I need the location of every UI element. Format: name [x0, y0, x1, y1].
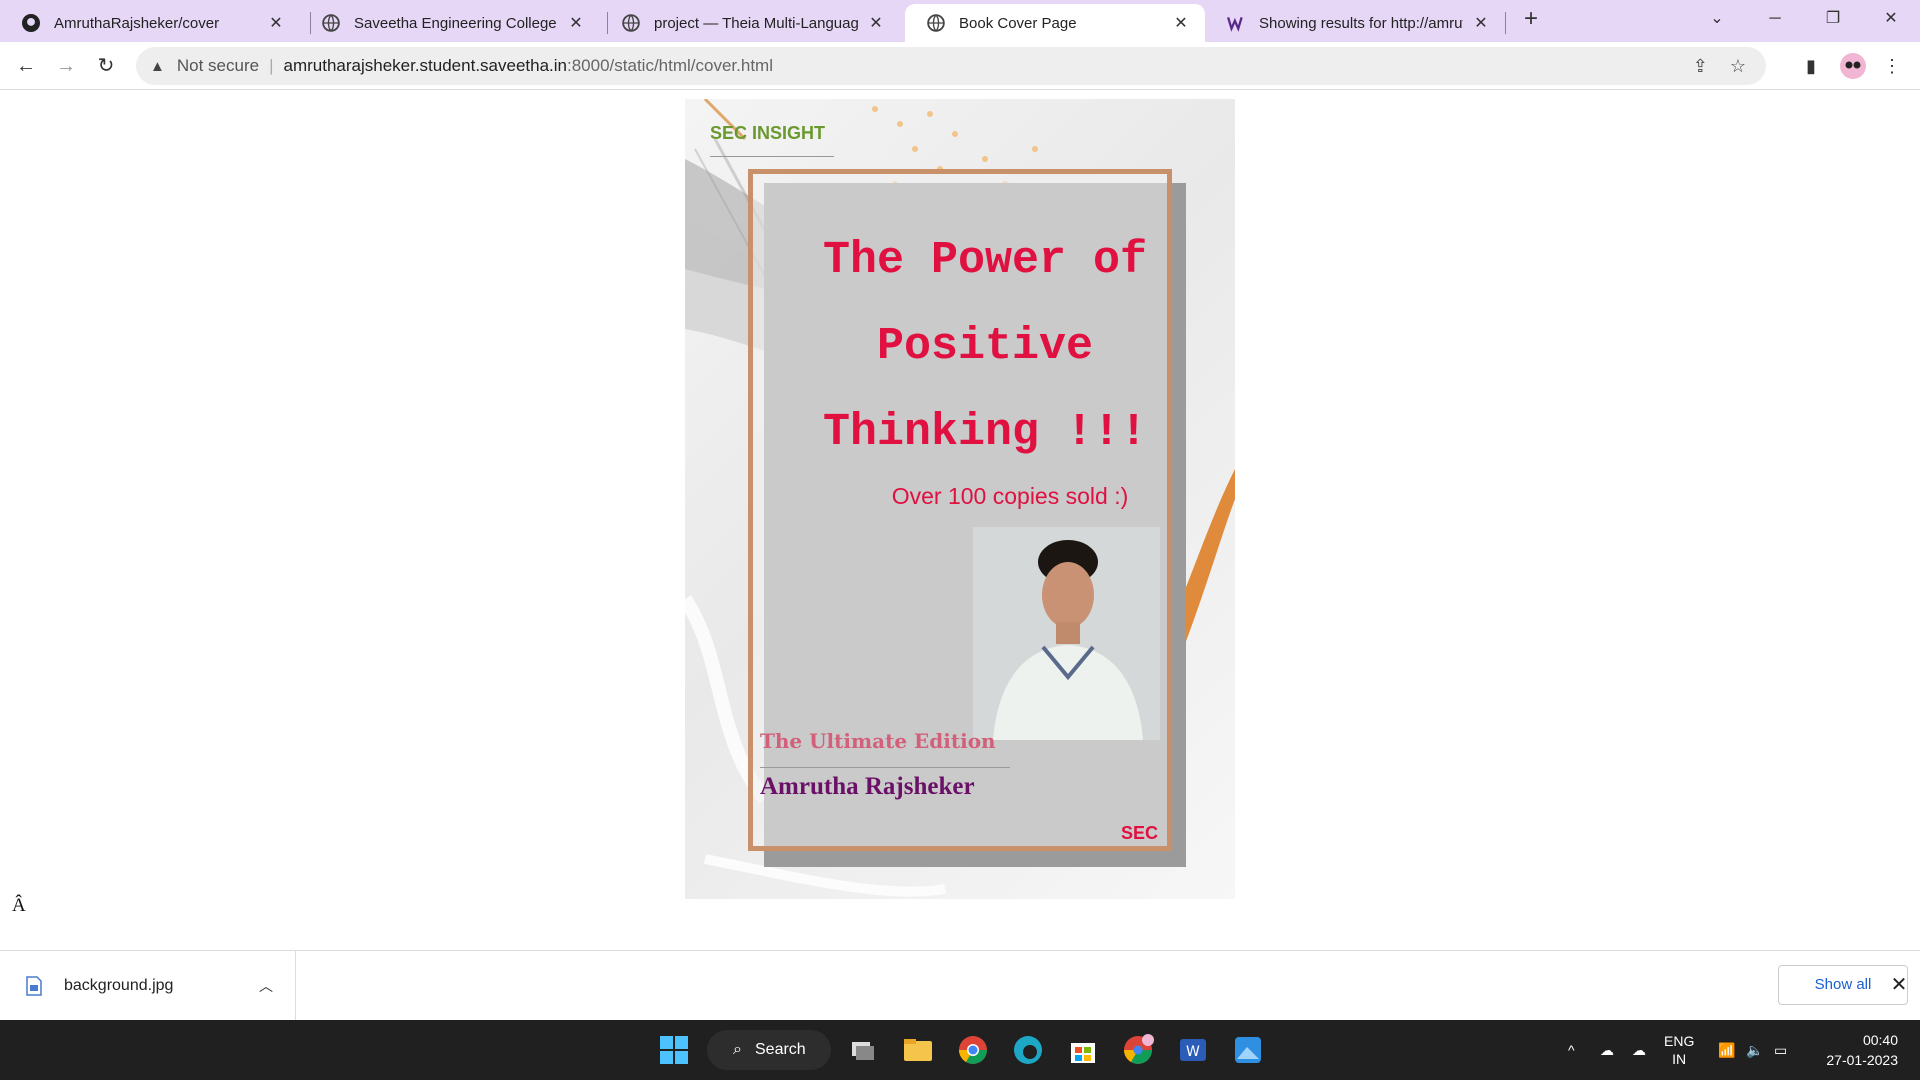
share-icon[interactable]: ⇪ [1693, 56, 1708, 77]
github-icon [22, 14, 40, 32]
microsoft-store-icon[interactable] [1066, 1033, 1100, 1067]
author-name: Amrutha Rajsheker [760, 773, 975, 800]
tab-title: AmruthaRajsheker/cover [54, 14, 220, 32]
close-icon[interactable]: ✕ [566, 13, 586, 33]
tab-strip: AmruthaRajsheker/cover ✕ Saveetha Engine… [0, 0, 1920, 42]
restore-icon[interactable]: ❐ [1818, 6, 1848, 32]
globe-icon [927, 14, 945, 32]
address-bar[interactable]: ▲ Not secure | amrutharajsheker.student.… [136, 47, 1766, 85]
warning-triangle-icon[interactable]: ▲ [150, 58, 165, 75]
stray-character: Â [12, 895, 26, 916]
windows-start-icon[interactable] [657, 1033, 691, 1067]
book-title: The Power of Positive Thinking !!! [785, 218, 1185, 476]
tab-github-cover[interactable]: AmruthaRajsheker/cover ✕ [0, 4, 300, 42]
person-portrait-icon [973, 527, 1160, 740]
input-language[interactable]: ENG IN [1664, 1020, 1694, 1080]
tab-saveetha[interactable]: Saveetha Engineering College ✕ [300, 4, 600, 42]
tab-search-chevron-icon[interactable]: ⌄ [1702, 6, 1732, 32]
side-panel-icon[interactable]: ▮ [1796, 50, 1826, 82]
tab-wappalyzer[interactable]: Showing results for http://amruth ✕ [1205, 4, 1505, 42]
clock-date: 27-01-2023 [1826, 1052, 1898, 1068]
tab-title: Book Cover Page [959, 14, 1077, 32]
sales-text: Over 100 copies sold :) [891, 483, 1129, 509]
region-label: IN [1672, 1051, 1687, 1067]
browser-toolbar: ← → ↻ ▲ Not secure | amrutharajsheker.st… [0, 42, 1920, 90]
volume-icon[interactable]: 🔈 [1746, 1020, 1763, 1080]
globe-icon [622, 14, 640, 32]
bookmark-star-icon[interactable]: ☆ [1730, 56, 1746, 77]
divider [760, 767, 1010, 768]
title-line: Thinking !!! [822, 407, 1148, 458]
download-file-name: background.jpg [64, 977, 174, 994]
wifi-icon[interactable]: 📶 [1718, 1020, 1735, 1080]
clock-time: 00:40 [1862, 1032, 1898, 1048]
image-file-icon [26, 976, 42, 996]
close-icon[interactable]: ✕ [1171, 13, 1191, 33]
tab-title: Showing results for http://amruth [1259, 14, 1463, 32]
chrome-profile-icon[interactable] [1121, 1033, 1155, 1067]
task-view-icon[interactable] [846, 1033, 880, 1067]
security-label[interactable]: Not secure [177, 56, 259, 76]
tab-separator [1505, 12, 1506, 34]
word-icon[interactable]: W [1176, 1033, 1210, 1067]
onedrive-sync-icon[interactable]: ☁ [1600, 1020, 1614, 1080]
download-item[interactable]: background.jpg ︿ [0, 951, 296, 1021]
minimize-icon[interactable]: ─ [1760, 6, 1790, 32]
menu-kebab-icon[interactable]: ⋮ [1880, 50, 1904, 82]
reload-icon[interactable]: ↻ [90, 50, 122, 82]
search-icon: ⌕ [733, 1041, 742, 1058]
brand-bottom: SEC [1121, 823, 1159, 843]
url-path: :8000/static/html/cover.html [567, 56, 773, 75]
tab-book-cover[interactable]: Book Cover Page ✕ [905, 4, 1205, 42]
new-tab-button[interactable]: + [1516, 6, 1546, 32]
chrome-icon[interactable] [956, 1033, 990, 1067]
file-explorer-icon[interactable] [901, 1033, 935, 1067]
close-icon[interactable]: ✕ [266, 13, 286, 33]
clock[interactable]: 00:40 27-01-2023 [1818, 1020, 1898, 1080]
divider [710, 156, 834, 157]
close-icon[interactable]: ✕ [1471, 13, 1491, 33]
taskbar-search[interactable]: ⌕ Search [707, 1030, 831, 1070]
svg-text:W: W [1186, 1044, 1200, 1060]
language-label: ENG [1664, 1033, 1695, 1049]
divider: | [269, 56, 274, 75]
url-host: amrutharajsheker.student.saveetha.in [283, 56, 567, 75]
avatar-icon [1840, 53, 1866, 79]
forward-arrow-icon[interactable]: → [50, 50, 82, 82]
wappalyzer-icon [1227, 17, 1243, 32]
download-bar: background.jpg ︿ Show all ✕ [0, 950, 1920, 1021]
close-icon[interactable]: ✕ [1885, 971, 1913, 999]
globe-icon [322, 14, 340, 32]
edge-icon[interactable] [1011, 1033, 1045, 1067]
close-icon[interactable]: ✕ [866, 13, 886, 33]
chevron-up-icon[interactable]: ︿ [259, 976, 273, 996]
edition-label: The Ultimate Edition [760, 729, 996, 753]
close-window-icon[interactable]: ✕ [1876, 6, 1906, 32]
back-arrow-icon[interactable]: ← [10, 50, 42, 82]
windows-taskbar: ⌕ Search W ^ ☁ ☁ ENG IN 📶 🔈 ▭ 00:40 27-0… [0, 1020, 1920, 1080]
tab-title: Saveetha Engineering College [354, 14, 557, 32]
title-line: Positive [876, 321, 1094, 372]
brand-top: SEC INSIGHT [710, 123, 826, 143]
search-label: Search [755, 1041, 806, 1058]
photos-icon[interactable] [1231, 1033, 1265, 1067]
cloud-icon[interactable]: ☁ [1632, 1020, 1646, 1080]
tray-chevron-up-icon[interactable]: ^ [1568, 1020, 1575, 1080]
battery-icon[interactable]: ▭ [1774, 1020, 1787, 1080]
tab-theia[interactable]: project — Theia Multi-Language ✕ [600, 4, 900, 42]
page-viewport: SEC INSIGHT The Power of Positive Thinki… [0, 90, 1920, 950]
profile-avatar[interactable] [1838, 50, 1868, 82]
tab-title: project — Theia Multi-Language [654, 14, 858, 32]
title-line: The Power of [822, 235, 1148, 286]
author-photo [973, 527, 1160, 740]
